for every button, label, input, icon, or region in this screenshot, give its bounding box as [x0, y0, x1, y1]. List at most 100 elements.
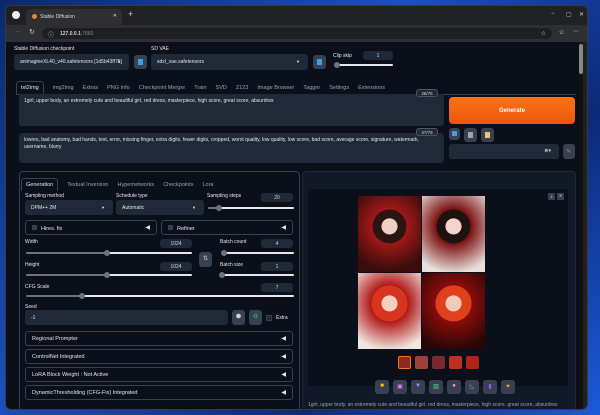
thumbnail-2[interactable]	[432, 356, 445, 369]
seed-input[interactable]: -1	[25, 310, 228, 325]
save-button[interactable]: ▣	[393, 380, 407, 394]
swap-dimensions-button[interactable]: ⇅	[199, 252, 212, 267]
tab-train[interactable]: Train	[194, 85, 206, 91]
page-scrollbar[interactable]	[579, 42, 583, 409]
url-host: 127.0.0.1	[60, 31, 81, 37]
prompt-textarea[interactable]: 1girl, upper body, an extremely cute and…	[19, 94, 444, 126]
height-input[interactable]: 1024	[160, 262, 192, 271]
thumbnail-4[interactable]	[466, 356, 479, 369]
negative-prompt-textarea[interactable]: lowres, bad anatomy, bad hands, text, er…	[19, 133, 444, 163]
upscale-button[interactable]: ✦	[501, 380, 515, 394]
tab-settings[interactable]: Settings	[329, 85, 349, 91]
batch-count-input[interactable]: 4	[261, 239, 293, 248]
close-window-button[interactable]: ✕	[579, 11, 584, 18]
send-to-inpaint-button[interactable]: ●	[447, 380, 461, 394]
tab-title: Stable Diffusion	[40, 14, 75, 20]
clip-skip-slider[interactable]	[334, 62, 393, 68]
generated-image-2[interactable]	[422, 196, 485, 272]
generated-image-1[interactable]	[358, 196, 421, 272]
clear-chevron-icon[interactable]: ⊗▾	[544, 148, 551, 154]
extensions-icon[interactable]: ✩	[559, 29, 564, 36]
maximize-button[interactable]: ▢	[566, 11, 572, 18]
subtab-textual-inversion[interactable]: Textual Inversion	[67, 182, 108, 188]
tab-image-browser[interactable]: Image Browser	[257, 85, 294, 91]
batch-count-slider[interactable]	[221, 250, 294, 256]
generate-button[interactable]: Generate	[449, 97, 575, 124]
styles-dropdown[interactable]: ⊗▾	[449, 144, 559, 159]
refresh-vae-button[interactable]	[313, 55, 326, 69]
cfg-scale-input[interactable]: 7	[261, 283, 293, 292]
send-to-extras-button[interactable]: ◺	[465, 380, 479, 394]
edit-styles-button[interactable]: ✎	[563, 144, 575, 159]
batch-size-input[interactable]: 1	[261, 262, 293, 271]
slider-knob[interactable]	[219, 272, 225, 278]
reuse-seed-button[interactable]: ♻	[249, 310, 262, 325]
random-seed-button[interactable]: ⬢	[232, 310, 245, 325]
clear-prompt-button[interactable]	[464, 128, 477, 142]
open-folder-button[interactable]: ■	[375, 380, 389, 394]
subtab-hypernetworks[interactable]: Hypernetworks	[118, 182, 155, 188]
accordion-3[interactable]: DynamicThresholding (CFG-Fix) Integrated…	[25, 385, 293, 400]
accordion-2[interactable]: LoRA Block Weight : Not Active ◀	[25, 367, 293, 382]
reload-icon[interactable]: ↻	[29, 28, 35, 36]
vae-dropdown[interactable]: sdxl_vae.safetensors ▼	[151, 54, 308, 70]
width-input[interactable]: 1024	[160, 239, 192, 248]
tab-png-info[interactable]: PNG Info	[107, 85, 130, 91]
tab-z123[interactable]: Z123	[236, 85, 249, 91]
send-to-img2img-button[interactable]: ▨	[429, 380, 443, 394]
hires-fix-accordion[interactable]: Hires. fix ◀	[25, 220, 157, 235]
tab-tagger[interactable]: Tagger	[303, 85, 320, 91]
back-icon[interactable]: ←	[15, 28, 22, 35]
ruler-icon: ◺	[469, 384, 475, 390]
generated-image-4[interactable]	[422, 273, 485, 349]
refiner-accordion[interactable]: Refiner ◀	[161, 220, 293, 235]
slider-knob[interactable]	[334, 62, 340, 68]
tab-svd[interactable]: SVD	[216, 85, 227, 91]
batch-size-slider[interactable]	[219, 272, 294, 278]
browser-tab[interactable]: Stable Diffusion ✕	[26, 9, 122, 25]
address-bar-row: ← ↻ ⓘ 127.0.0.1:7860 ☆ ✩ ⋯	[6, 25, 587, 42]
download-icon[interactable]: ⤓	[548, 193, 555, 200]
subtab-generation[interactable]: Generation	[21, 178, 59, 191]
extra-checkbox[interactable]	[266, 315, 272, 321]
close-tab-icon[interactable]: ✕	[113, 13, 117, 19]
styles-button[interactable]	[481, 128, 494, 142]
accordion-0[interactable]: Regional Prompter ◀	[25, 331, 293, 346]
address-input[interactable]: ⓘ 127.0.0.1:7860 ☆	[42, 28, 552, 39]
subtab-lora[interactable]: Lora	[202, 182, 213, 188]
new-tab-button[interactable]: +	[128, 9, 133, 19]
close-gallery-icon[interactable]: ✕	[557, 193, 564, 200]
generated-image-3[interactable]	[358, 273, 421, 349]
browser-window: Stable Diffusion ✕ + − ▢ ✕ ← ↻ ⓘ 127.0.0…	[5, 5, 588, 410]
tab-txt2img[interactable]: txt2img	[16, 81, 44, 94]
tab-img2img[interactable]: img2img	[53, 85, 74, 91]
profile-icon[interactable]	[12, 11, 20, 19]
hires-fix-checkbox[interactable]	[32, 225, 37, 230]
send-to-tagger-button[interactable]: ▮	[483, 380, 497, 394]
sampling-steps-slider[interactable]	[208, 205, 294, 211]
refresh-checkpoint-button[interactable]	[134, 55, 147, 69]
tab-extras[interactable]: Extras	[83, 85, 99, 91]
more-menu-icon[interactable]: ⋯	[573, 28, 579, 35]
thumbnail-3[interactable]	[449, 356, 462, 369]
height-slider[interactable]	[26, 272, 192, 278]
tab-extensions[interactable]: Extensions	[358, 85, 385, 91]
favorite-star-icon[interactable]: ☆	[541, 30, 546, 37]
collapse-triangle-icon: ◀	[281, 225, 286, 231]
sampling-steps-input[interactable]: 20	[261, 193, 293, 202]
thumbnail-1[interactable]	[415, 356, 428, 369]
clip-skip-input[interactable]: 1	[363, 51, 393, 60]
minimize-button[interactable]: −	[551, 11, 555, 17]
refiner-checkbox[interactable]	[168, 225, 173, 230]
accordion-1[interactable]: ControlNet Integrated ◀	[25, 349, 293, 364]
cfg-scale-slider[interactable]	[26, 293, 294, 299]
width-slider[interactable]	[26, 250, 192, 256]
schedule-type-dropdown[interactable]: Automatic ▼	[116, 200, 204, 215]
subtab-checkpoints[interactable]: Checkpoints	[163, 182, 193, 188]
tab-checkpoint-merger[interactable]: Checkpoint Merger	[139, 85, 185, 91]
sampling-method-dropdown[interactable]: DPM++ 2M ▼	[25, 200, 113, 215]
zip-button[interactable]: ▼	[411, 380, 425, 394]
paste-params-button[interactable]	[449, 128, 460, 140]
thumbnail-grid[interactable]	[398, 356, 411, 369]
checkpoint-dropdown[interactable]: animagineXL40_v40.safetensors [1d5b43ff7…	[14, 54, 129, 70]
